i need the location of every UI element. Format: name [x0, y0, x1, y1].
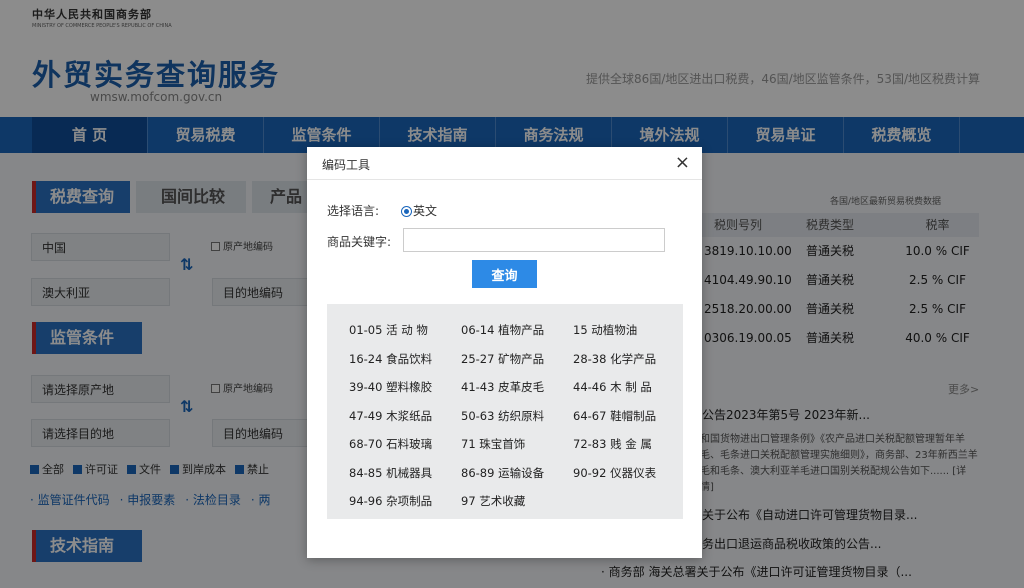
hs-code-item[interactable]: 68-70 石料玻璃: [349, 430, 461, 459]
hs-code-panel: 01-05 活 动 物 06-14 植物产品 15 动植物油 16-24 食品饮…: [327, 304, 683, 519]
hs-code-item[interactable]: 41-43 皮革皮毛: [461, 373, 573, 402]
hs-code-item[interactable]: 71 珠宝首饰: [461, 430, 573, 459]
code-tool-dialog: 编码工具 × 选择语言: 英文 商品关键字: 查询 01-05 活 动 物 06…: [307, 147, 702, 558]
hs-code-item[interactable]: 84-85 机械器具: [349, 459, 461, 488]
hs-code-item[interactable]: 97 艺术收藏: [461, 487, 573, 516]
query-button[interactable]: 查询: [472, 260, 537, 288]
hs-code-item[interactable]: 94-96 杂项制品: [349, 487, 461, 516]
hs-code-item[interactable]: 47-49 木浆纸品: [349, 402, 461, 431]
keyword-label: 商品关键字:: [327, 235, 392, 249]
hs-code-item[interactable]: 28-38 化学产品: [573, 345, 685, 374]
hs-code-grid: 01-05 活 动 物 06-14 植物产品 15 动植物油 16-24 食品饮…: [349, 316, 673, 516]
hs-code-item[interactable]: 06-14 植物产品: [461, 316, 573, 345]
hs-code-item[interactable]: 15 动植物油: [573, 316, 685, 345]
hs-code-item[interactable]: 25-27 矿物产品: [461, 345, 573, 374]
hs-code-item[interactable]: 44-46 木 制 品: [573, 373, 685, 402]
hs-code-item[interactable]: 64-67 鞋帽制品: [573, 402, 685, 431]
radio-selected-icon: [401, 206, 412, 217]
hs-code-item[interactable]: 01-05 活 动 物: [349, 316, 461, 345]
hs-code-item[interactable]: 90-92 仪器仪表: [573, 459, 685, 488]
hs-code-item[interactable]: 50-63 纺织原料: [461, 402, 573, 431]
language-label: 选择语言:: [327, 204, 380, 218]
dialog-title: 编码工具: [322, 158, 371, 172]
close-icon[interactable]: ×: [675, 152, 690, 173]
hs-code-item[interactable]: 39-40 塑料橡胶: [349, 373, 461, 402]
hs-code-item[interactable]: 86-89 运输设备: [461, 459, 573, 488]
keyword-input[interactable]: [403, 228, 665, 252]
language-option-label: 英文: [413, 204, 438, 218]
hs-code-item[interactable]: 72-83 贱 金 属: [573, 430, 685, 459]
hs-code-item[interactable]: 16-24 食品饮料: [349, 345, 461, 374]
language-radio-english[interactable]: 英文: [401, 202, 437, 219]
dialog-header: 编码工具 ×: [307, 147, 702, 180]
